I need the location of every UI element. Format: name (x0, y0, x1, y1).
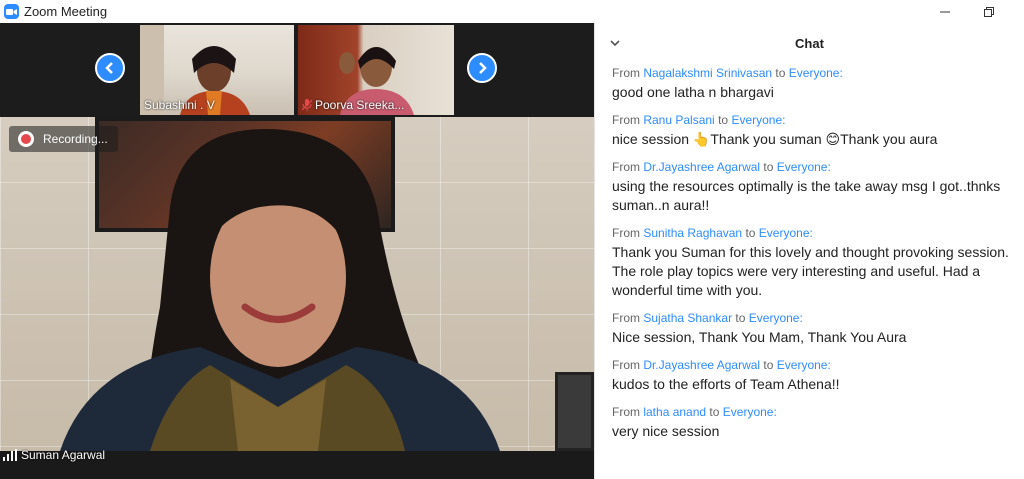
chat-message: From Sunitha Raghavan to Everyone: Thank… (612, 226, 1017, 300)
message-sender[interactable]: Dr.Jayashree Agarwal (643, 358, 760, 372)
video-area: Subashini . V Poorva Sreeka... Recording… (0, 23, 594, 479)
message-text: kudos to the efforts of Team Athena!! (612, 376, 840, 392)
chat-message: From latha anand to Everyone: very nice … (612, 405, 1017, 441)
previous-page-button[interactable] (95, 53, 125, 83)
chat-message: From Ranu Palsani to Everyone: nice sess… (612, 113, 1017, 149)
message-sender[interactable]: Dr.Jayashree Agarwal (643, 160, 760, 174)
message-meta: From Dr.Jayashree Agarwal to Everyone: (612, 358, 831, 372)
message-sender[interactable]: Sujatha Shankar (643, 311, 732, 325)
zoom-app-icon (4, 4, 19, 19)
message-recipient[interactable]: Everyone: (777, 160, 831, 174)
message-recipient[interactable]: Everyone: (723, 405, 777, 419)
chat-message: From Nagalakshmi Srinivasan to Everyone:… (612, 66, 1017, 102)
restore-button[interactable] (966, 0, 1012, 23)
chat-header: Chat (595, 23, 1024, 63)
chat-message-list[interactable]: From Nagalakshmi Srinivasan to Everyone:… (612, 66, 1017, 452)
chat-message: From Sujatha Shankar to Everyone: Nice s… (612, 311, 1017, 347)
message-meta: From latha anand to Everyone: (612, 405, 777, 419)
recording-label: Recording... (43, 132, 108, 146)
recording-indicator[interactable]: Recording... (9, 126, 118, 152)
message-text: Nice session, Thank You Mam, Thank You A… (612, 329, 907, 345)
message-meta: From Nagalakshmi Srinivasan to Everyone: (612, 66, 843, 80)
message-text: Thank you Suman for this lovely and thou… (612, 244, 1009, 298)
active-speaker-video[interactable]: Recording... (0, 117, 594, 451)
message-meta: From Dr.Jayashree Agarwal to Everyone: (612, 160, 831, 174)
chat-message: From Dr.Jayashree Agarwal to Everyone: u… (612, 160, 1017, 215)
thumbnail-strip: Subashini . V Poorva Sreeka... (0, 23, 594, 117)
recording-icon (18, 131, 34, 147)
active-speaker-name: Suman Agarwal (3, 433, 105, 476)
participant-thumbnail[interactable]: Subashini . V (140, 25, 294, 115)
thumbnail-name: Poorva Sreeka... (302, 98, 404, 112)
message-text: nice session 👆Thank you suman 😊Thank you… (612, 131, 938, 147)
participant-thumbnail[interactable]: Poorva Sreeka... (298, 25, 454, 115)
muted-mic-icon (302, 99, 312, 111)
message-recipient[interactable]: Everyone: (759, 226, 813, 240)
window-title: Zoom Meeting (24, 4, 108, 19)
message-text: very nice session (612, 423, 720, 439)
message-meta: From Sujatha Shankar to Everyone: (612, 311, 803, 325)
message-meta: From Sunitha Raghavan to Everyone: (612, 226, 813, 240)
message-text: good one latha n bhargavi (612, 84, 774, 100)
message-sender[interactable]: Sunitha Raghavan (643, 226, 742, 240)
signal-strength-icon (3, 448, 17, 461)
title-bar: Zoom Meeting (0, 0, 1024, 23)
thumbnail-name: Subashini . V (144, 98, 215, 112)
message-recipient[interactable]: Everyone: (789, 66, 843, 80)
chat-message: From Dr.Jayashree Agarwal to Everyone: k… (612, 358, 1017, 394)
message-text: using the resources optimally is the tak… (612, 178, 1001, 213)
chat-title: Chat (795, 35, 824, 51)
next-page-button[interactable] (467, 53, 497, 83)
message-sender[interactable]: latha anand (643, 405, 706, 419)
speaker-figure (60, 128, 500, 451)
chevron-right-icon (479, 62, 487, 74)
message-meta: From Ranu Palsani to Everyone: (612, 113, 786, 127)
message-recipient[interactable]: Everyone: (731, 113, 785, 127)
chevron-left-icon (105, 62, 113, 74)
message-recipient[interactable]: Everyone: (749, 311, 803, 325)
chevron-down-icon[interactable] (609, 37, 621, 49)
message-sender[interactable]: Ranu Palsani (643, 113, 714, 127)
message-recipient[interactable]: Everyone: (777, 358, 831, 372)
message-sender[interactable]: Nagalakshmi Srinivasan (643, 66, 772, 80)
chat-panel: Chat From Nagalakshmi Srinivasan to Ever… (595, 23, 1024, 479)
minimize-button[interactable] (922, 0, 968, 23)
